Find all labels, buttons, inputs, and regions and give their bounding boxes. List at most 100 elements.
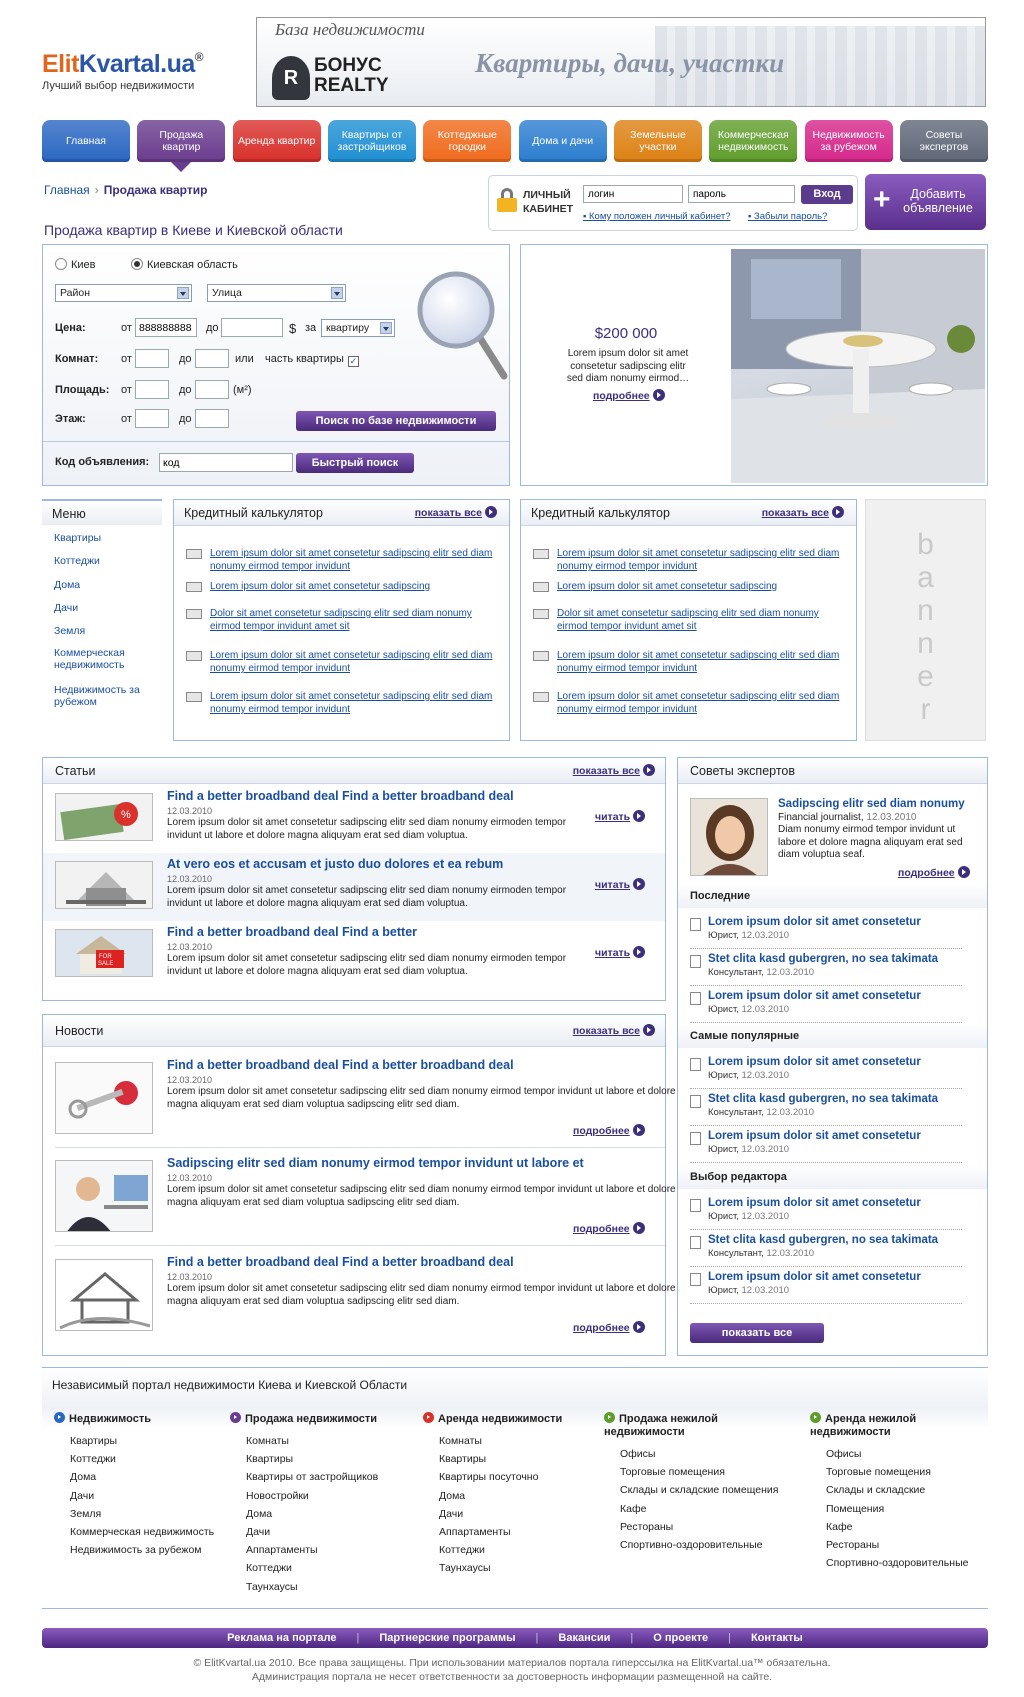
expert-photo[interactable]	[690, 798, 768, 876]
nav-item-9[interactable]: Советы экспертов	[899, 120, 988, 162]
footer-bar-link[interactable]: Вакансии	[538, 1632, 630, 1644]
footer-link[interactable]: Офисы	[604, 1445, 804, 1463]
nav-item-6[interactable]: Земельные участки	[613, 120, 702, 162]
news-more-link[interactable]: подробнее	[573, 1321, 645, 1334]
footer-link[interactable]: Офисы	[810, 1445, 980, 1463]
breadcrumb-home[interactable]: Главная	[44, 183, 90, 197]
expert-item-link[interactable]: Lorem ipsum dolor sit amet consetetur	[708, 916, 921, 928]
quick-search-button[interactable]: Быстрый поиск	[296, 453, 414, 473]
site-logo[interactable]: ElitKvartal.ua® Лучший выбор недвижимост…	[42, 50, 204, 92]
menu-item[interactable]: Земля	[54, 625, 144, 637]
footer-link[interactable]: Рестораны	[810, 1536, 980, 1554]
news-thumbnail[interactable]	[55, 1062, 153, 1134]
footer-link[interactable]: Новостройки	[230, 1487, 415, 1505]
footer-link[interactable]: Квартиры	[230, 1450, 415, 1468]
footer-link[interactable]: Квартиры	[423, 1450, 598, 1468]
featured-listing[interactable]: $200 000 Lorem ipsum dolor sit amet cons…	[520, 244, 988, 486]
password-field[interactable]	[688, 185, 795, 203]
nav-item-4[interactable]: Коттеджные городки	[423, 120, 512, 162]
floor-to-input[interactable]	[195, 409, 229, 428]
area-from-input[interactable]	[135, 380, 169, 399]
footer-column-title[interactable]: Аренда недвижимости	[423, 1412, 598, 1426]
calc-item-link[interactable]: Lorem ipsum dolor sit amet consetetur sa…	[557, 649, 845, 675]
rooms-to-input[interactable]	[195, 349, 229, 368]
side-banner[interactable]: banner	[865, 499, 986, 741]
footer-bar-link[interactable]: Партнерские программы	[359, 1632, 535, 1644]
footer-link[interactable]: Аппартаменты	[423, 1523, 598, 1541]
news-more-link[interactable]: подробнее	[573, 1124, 645, 1137]
articles-show-all-link[interactable]: показать все	[573, 764, 655, 777]
news-title-link[interactable]: Sadipscing elitr sed diam nonumy eirmod …	[167, 1156, 584, 1170]
footer-link[interactable]: Комнаты	[230, 1432, 415, 1450]
radio-kiev-region[interactable]: Киевская область	[131, 258, 238, 271]
street-select[interactable]: Улица	[207, 284, 346, 302]
nav-item-1[interactable]: Продажа квартир	[137, 120, 226, 172]
top-banner[interactable]: База недвижимости R БОНУС REALTY Квартир…	[256, 17, 986, 107]
price-from-input[interactable]	[135, 318, 197, 337]
footer-link[interactable]: Дачи	[423, 1505, 598, 1523]
calc-show-all-link[interactable]: показать все	[415, 506, 497, 519]
footer-link[interactable]: Дачи	[230, 1523, 415, 1541]
menu-item[interactable]: Коммерческая недвижимость	[54, 647, 144, 671]
footer-link[interactable]: Коттеджи	[230, 1559, 415, 1577]
expert-item-link[interactable]: Lorem ipsum dolor sit amet consetetur	[708, 1056, 921, 1068]
expert-name-link[interactable]: Sadipscing elitr sed diam nonumy	[778, 798, 965, 810]
footer-bar-link[interactable]: Контакты	[731, 1632, 823, 1644]
article-read-link[interactable]: читать	[595, 810, 646, 823]
footer-link[interactable]: Рестораны	[604, 1518, 804, 1536]
nav-item-0[interactable]: Главная	[42, 120, 130, 162]
expert-item-link[interactable]: Stet clita kasd gubergren, no sea takima…	[708, 1234, 938, 1246]
calc-show-all-link[interactable]: показать все	[762, 506, 844, 519]
footer-link[interactable]: Земля	[54, 1505, 224, 1523]
area-to-input[interactable]	[195, 380, 229, 399]
article-title-link[interactable]: Find a better broadband deal Find a bett…	[167, 789, 514, 803]
article-title-link[interactable]: Find a better broadband deal Find a bett…	[167, 925, 417, 939]
radio-kiev[interactable]: Киев	[55, 258, 96, 271]
news-thumbnail[interactable]	[55, 1160, 153, 1232]
footer-bar-link[interactable]: Реклама на портале	[207, 1632, 356, 1644]
footer-link[interactable]: Склады и складские	[810, 1481, 980, 1499]
footer-link[interactable]: Коттеджи	[54, 1450, 224, 1468]
database-search-button[interactable]: Поиск по базе недвижимости	[296, 411, 496, 431]
article-thumbnail[interactable]: %	[55, 793, 153, 841]
footer-column-title[interactable]: Недвижимость	[54, 1412, 224, 1426]
footer-column-title[interactable]: Аренда нежилой недвижимости	[810, 1412, 950, 1439]
expert-item-link[interactable]: Stet clita kasd gubergren, no sea takima…	[708, 1093, 938, 1105]
menu-item[interactable]: Дачи	[54, 602, 144, 614]
footer-link[interactable]: Дома	[230, 1505, 415, 1523]
calc-item-link[interactable]: Dolor sit amet consetetur sadipscing eli…	[210, 607, 498, 633]
article-read-link[interactable]: читать	[595, 878, 646, 891]
footer-column-title[interactable]: Продажа нежилой недвижимости	[604, 1412, 744, 1439]
part-of-apartment-checkbox[interactable]: часть квартиры ✓	[265, 353, 359, 367]
footer-link[interactable]: Коттеджи	[423, 1541, 598, 1559]
menu-item[interactable]: Квартиры	[54, 532, 144, 544]
menu-item[interactable]: Недвижимость за рубежом	[54, 684, 144, 708]
calc-item-link[interactable]: Lorem ipsum dolor sit amet consetetur sa…	[210, 690, 498, 716]
nav-item-5[interactable]: Дома и дачи	[518, 120, 607, 162]
who-needs-cabinet-link[interactable]: ▪ Кому положен личный кабинет?	[583, 211, 731, 222]
footer-link[interactable]: Кафе	[604, 1500, 804, 1518]
footer-link[interactable]: Коммерческая недвижимость	[54, 1523, 224, 1541]
footer-column-title[interactable]: Продажа недвижимости	[230, 1412, 415, 1426]
news-thumbnail[interactable]	[55, 1259, 153, 1331]
rooms-from-input[interactable]	[135, 349, 169, 368]
expert-more-link[interactable]: подробнее	[898, 866, 970, 879]
calc-item-link[interactable]: Dolor sit amet consetetur sadipscing eli…	[557, 607, 845, 633]
calc-item-link[interactable]: Lorem ipsum dolor sit amet consetetur sa…	[557, 580, 845, 593]
footer-link[interactable]: Спортивно-оздоровительные	[604, 1536, 804, 1554]
calc-item-link[interactable]: Lorem ipsum dolor sit amet consetetur sa…	[557, 547, 845, 573]
footer-link[interactable]: Дома	[423, 1487, 598, 1505]
footer-bar-link[interactable]: О проекте	[633, 1632, 728, 1644]
footer-link[interactable]: Аппартаменты	[230, 1541, 415, 1559]
login-field[interactable]	[583, 185, 683, 203]
expert-item-link[interactable]: Lorem ipsum dolor sit amet consetetur	[708, 1197, 921, 1209]
calc-item-link[interactable]: Lorem ipsum dolor sit amet consetetur sa…	[210, 649, 498, 675]
footer-link[interactable]: Спортивно-оздоровительные	[810, 1554, 980, 1572]
calc-item-link[interactable]: Lorem ipsum dolor sit amet consetetur sa…	[210, 580, 498, 593]
nav-item-8[interactable]: Недвижимость за рубежом	[804, 120, 893, 162]
footer-link[interactable]: Кафе	[810, 1518, 980, 1536]
nav-item-2[interactable]: Аренда квартир	[232, 120, 321, 162]
price-to-input[interactable]	[221, 318, 283, 337]
footer-link[interactable]: Склады и складские помещения	[604, 1481, 804, 1499]
experts-show-all-button[interactable]: показать все	[690, 1323, 824, 1343]
